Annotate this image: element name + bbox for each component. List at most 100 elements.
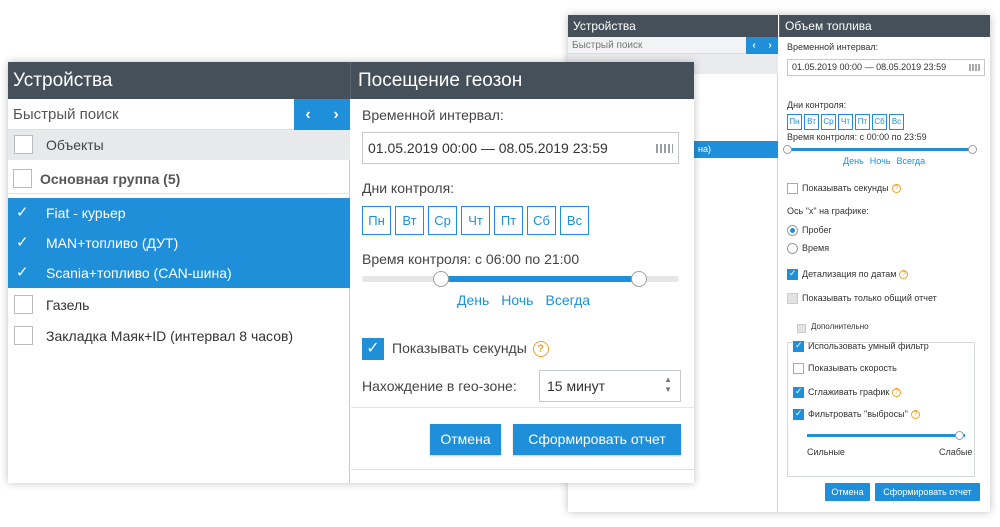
day-wed[interactable]: Ср (428, 206, 457, 235)
generate-report-button[interactable]: Сформировать отчет (513, 424, 681, 455)
day-thu[interactable]: Чт (838, 114, 853, 130)
geozone-stay-stepper[interactable]: 15 минут ▲ ▼ (539, 370, 681, 402)
devices-panel: Быстрый поиск ‹ › Объекты Основная групп… (8, 99, 350, 483)
preset-night-link[interactable]: Ночь (501, 292, 533, 308)
time-label: Время контроля: с 00:00 по 23:59 (787, 132, 927, 142)
day-tue[interactable]: Вт (804, 114, 819, 130)
list-item-label: Scania+топливо (CAN-шина) (46, 265, 232, 281)
additional-checkbox[interactable] (797, 324, 806, 333)
day-wed[interactable]: Ср (821, 114, 836, 130)
spin-arrows-icon[interactable]: ▲ ▼ (664, 375, 672, 395)
list-item[interactable]: ✓ Scania+топливо (CAN-шина) (8, 258, 350, 288)
only-total-label: Показывать только общий отчет (802, 293, 937, 303)
objects-header[interactable]: Объекты (8, 130, 350, 160)
chevron-right-icon[interactable]: › (333, 106, 338, 124)
day-thu[interactable]: Чт (461, 206, 490, 235)
nav-arrows: ‹ › (746, 37, 778, 54)
help-icon: ? (891, 184, 901, 194)
report-title: Объем топлива (779, 15, 990, 37)
detail-by-dates-checkbox[interactable] (787, 268, 798, 280)
time-radio[interactable] (787, 243, 798, 254)
list-item[interactable]: ✓ Fiat - курьер (8, 198, 350, 228)
preset-day-link[interactable]: День (843, 156, 864, 166)
divider (351, 407, 694, 408)
time-label: Время контроля: с 06:00 по 21:00 (362, 251, 580, 267)
mileage-radio[interactable] (787, 225, 798, 236)
report-settings: Временной интервал: 01.05.2019 00:00 — 0… (351, 99, 694, 483)
interval-label: Временной интервал: (362, 107, 504, 123)
days-selector: Пн Вт Ср Чт Пт Сб Вс (787, 114, 904, 130)
help-icon: ? (899, 270, 909, 280)
list-item[interactable]: Газель (8, 290, 350, 320)
only-total-checkbox[interactable] (787, 293, 798, 304)
mileage-label: Пробег (802, 225, 832, 235)
detail-by-dates-label: Детализация по датам? (802, 269, 909, 280)
day-sun[interactable]: Вс (889, 114, 904, 130)
search-input[interactable]: Быстрый поиск (8, 99, 294, 130)
chevron-left-icon[interactable]: ‹ (752, 37, 755, 54)
item-checkbox[interactable] (14, 326, 33, 345)
time-slider-end-handle[interactable] (968, 145, 977, 154)
report-settings: Временной интервал: 01.05.2019 00:00 — 0… (779, 37, 990, 512)
generate-report-button[interactable]: Сформировать отчет (875, 483, 980, 501)
smooth-chart-checkbox[interactable] (793, 386, 804, 398)
cancel-button[interactable]: Отмена (825, 483, 870, 501)
day-mon[interactable]: Пн (787, 114, 802, 130)
calendar-icon[interactable] (656, 144, 673, 153)
time-radio-label: Время (802, 243, 830, 253)
cancel-button[interactable]: Отмена (430, 424, 501, 455)
selected-device-label: на) (698, 144, 711, 154)
preset-always-link[interactable]: Всегда (545, 292, 590, 308)
group-label: Основная группа (5) (40, 171, 181, 187)
devices-panel-title: Устройства (8, 62, 350, 99)
day-tue[interactable]: Вт (395, 206, 424, 235)
day-sat[interactable]: Сб (872, 114, 887, 130)
day-sat[interactable]: Сб (527, 206, 556, 235)
day-fri[interactable]: Пт (494, 206, 523, 235)
list-item-label: Газель (46, 297, 90, 313)
chevron-left-icon[interactable]: ‹ (305, 106, 310, 124)
filter-strength-slider[interactable] (807, 434, 965, 437)
smart-filter-checkbox[interactable] (793, 340, 804, 352)
list-item-label: Закладка Маяк+ID (интервал 8 часов) (46, 328, 294, 344)
list-item[interactable]: Закладка Маяк+ID (интервал 8 часов) (8, 321, 350, 351)
day-mon[interactable]: Пн (362, 206, 391, 235)
group-checkbox[interactable] (13, 169, 32, 188)
show-seconds-checkbox[interactable]: ✓ (362, 338, 384, 360)
filter-outliers-checkbox[interactable] (793, 408, 804, 420)
days-selector: Пн Вт Ср Чт Пт Сб Вс (362, 206, 589, 235)
time-slider-range (441, 276, 640, 282)
list-item-label: Fiat - курьер (46, 205, 126, 221)
calendar-icon[interactable] (969, 64, 980, 71)
interval-input[interactable]: 01.05.2019 00:00 — 08.05.2019 23:59 (362, 132, 679, 164)
show-speed-checkbox[interactable] (793, 363, 804, 374)
geozone-visits-dialog: Устройства Посещение геозон Быстрый поис… (8, 62, 694, 483)
chevron-right-icon[interactable]: › (768, 37, 771, 54)
group-row[interactable]: Основная группа (5) (8, 164, 350, 194)
help-icon: ? (910, 410, 920, 420)
show-seconds-checkbox[interactable] (787, 183, 798, 194)
time-slider-start-handle[interactable] (783, 145, 792, 154)
search-input[interactable]: Быстрый поиск (568, 37, 746, 54)
day-sun[interactable]: Вс (560, 206, 589, 235)
preset-always-link[interactable]: Всегда (896, 156, 925, 166)
preset-day-link[interactable]: День (457, 292, 489, 308)
footer-bar (351, 469, 694, 483)
check-icon: ✓ (16, 204, 29, 221)
help-icon: ? (892, 388, 902, 398)
list-item[interactable]: ✓ MAN+топливо (ДУТ) (8, 228, 350, 258)
preset-night-link[interactable]: Ночь (870, 156, 891, 166)
interval-value: 01.05.2019 00:00 — 08.05.2019 23:59 (792, 62, 947, 72)
interval-input[interactable]: 01.05.2019 00:00 — 08.05.2019 23:59 (787, 59, 985, 76)
select-all-checkbox[interactable] (14, 135, 33, 154)
additional-label: Дополнительно (811, 322, 869, 331)
geozone-stay-value: 15 минут (547, 378, 606, 394)
time-slider-end-handle[interactable] (631, 271, 648, 287)
help-icon[interactable]: ? (532, 341, 549, 358)
time-slider-start-handle[interactable] (433, 271, 450, 287)
time-slider-track[interactable] (789, 148, 975, 151)
day-fri[interactable]: Пт (855, 114, 870, 130)
item-checkbox[interactable] (14, 295, 33, 314)
filter-strength-handle[interactable] (955, 431, 964, 440)
smooth-chart-label: Сглаживать график? (808, 387, 902, 398)
